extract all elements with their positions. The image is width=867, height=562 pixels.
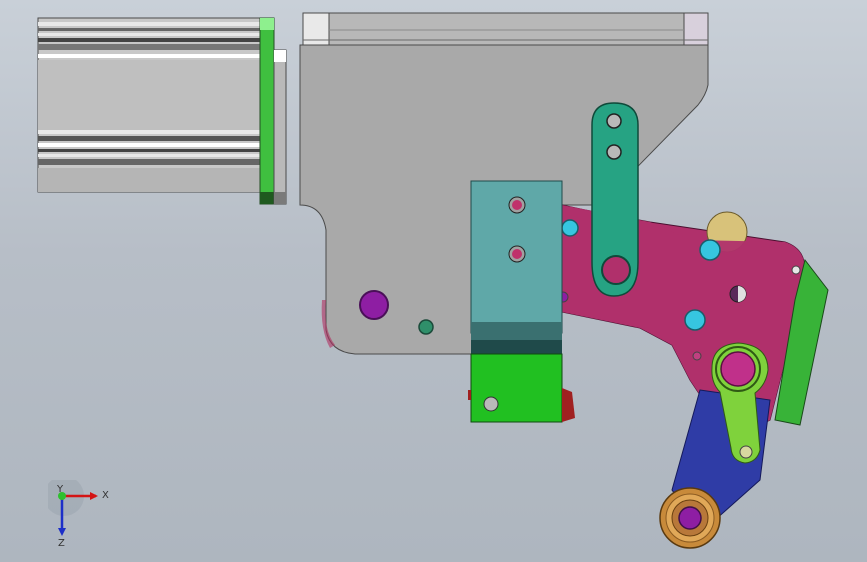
purple-pin[interactable] — [359, 290, 389, 320]
green-block[interactable] — [468, 353, 575, 423]
z-arrowhead-icon — [58, 528, 66, 536]
x-arrowhead-icon — [90, 492, 98, 500]
cad-viewport[interactable]: X Y Z — [0, 0, 867, 562]
teal-link-hole[interactable] — [606, 113, 622, 129]
green-hole[interactable] — [418, 319, 434, 335]
cyan-screw[interactable] — [699, 239, 721, 261]
cyan-screw[interactable] — [684, 309, 706, 331]
triad-shadow — [48, 480, 84, 516]
x-axis-label: X — [102, 490, 109, 501]
lime-arm-pin[interactable] — [720, 351, 756, 387]
z-axis-label: Z — [58, 538, 65, 549]
axis-triad[interactable]: X Y Z — [48, 480, 118, 550]
y-axis-label: Y — [56, 484, 64, 495]
teal-link-slot[interactable] — [601, 255, 631, 285]
bearing-wheel[interactable] — [659, 487, 721, 549]
assembly-model[interactable] — [0, 0, 867, 562]
teal-link-hole[interactable] — [606, 144, 622, 160]
plate-hole-small[interactable] — [692, 351, 702, 361]
teal-block[interactable] — [470, 180, 563, 354]
plate-hole-small[interactable] — [791, 265, 801, 275]
top-rail[interactable] — [302, 12, 709, 46]
motor-body[interactable] — [37, 17, 263, 193]
cyan-screw[interactable] — [561, 219, 579, 237]
motor-flange[interactable] — [259, 17, 287, 205]
lime-arm-hole[interactable] — [739, 445, 753, 459]
